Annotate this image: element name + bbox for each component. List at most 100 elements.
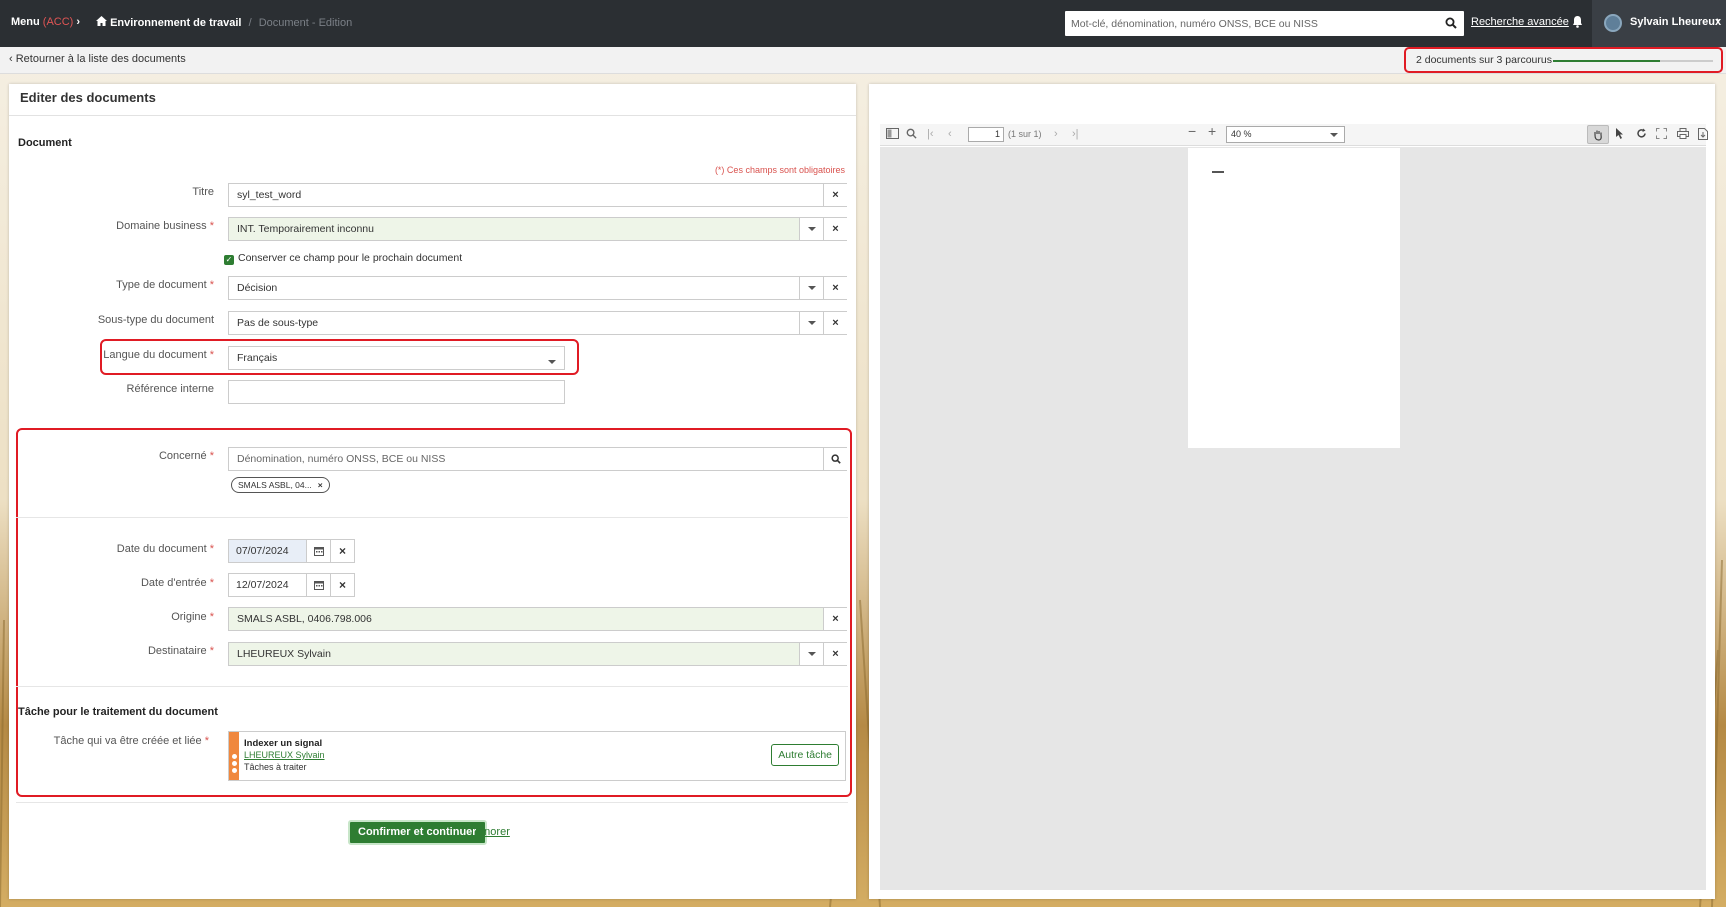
edit-form-panel: Editer des documents Document (*) Ces ch… <box>9 84 856 899</box>
menu-label: Menu <box>11 16 40 28</box>
destinataire-select[interactable]: LHEUREUX Sylvain × <box>228 642 847 666</box>
page-number-input[interactable]: 1 <box>968 127 1004 142</box>
soustype-label: Sous-type du document <box>97 314 214 326</box>
fullscreen-icon[interactable] <box>1656 128 1667 142</box>
task-title: Indexer un signal <box>244 738 323 749</box>
progress-track <box>1553 60 1713 62</box>
breadcrumb-home-link[interactable]: Environnement de travail <box>110 17 241 29</box>
concerne-placeholder: Dénomination, numéro ONSS, BCE ou NISS <box>237 453 446 465</box>
chevron-right-icon: › <box>76 16 81 28</box>
zoom-value: 40 % <box>1231 129 1252 139</box>
clear-icon[interactable]: × <box>823 277 847 299</box>
origine-field[interactable]: SMALS ASBL, 0406.798.006 × <box>228 607 847 631</box>
global-search <box>1065 11 1464 36</box>
bell-icon[interactable] <box>1572 15 1583 31</box>
breadcrumb-current: Document - Edition <box>258 17 353 29</box>
pdf-page-content <box>1212 171 1224 173</box>
next-page-icon[interactable]: › <box>1054 128 1058 140</box>
chevron-down-icon[interactable] <box>799 218 823 240</box>
close-icon[interactable]: × <box>318 480 323 490</box>
search-icon[interactable] <box>906 128 917 142</box>
origine-value: SMALS ASBL, 0406.798.006 <box>237 613 372 625</box>
reference-label: Référence interne <box>126 383 214 395</box>
reference-field[interactable] <box>228 380 565 404</box>
confirm-continue-button[interactable]: Confirmer et continuer <box>348 820 487 845</box>
env-badge: (ACC) <box>42 16 74 28</box>
chevron-left-icon: ‹ <box>9 53 13 65</box>
clear-icon[interactable]: × <box>330 574 354 596</box>
titre-value: syl_test_word <box>237 189 302 201</box>
print-icon[interactable] <box>1677 128 1689 142</box>
section-title-task: Tâche pour le traitement du document <box>18 706 218 718</box>
progress-fill <box>1553 60 1661 62</box>
date-doc-label: Date du document * <box>116 543 214 555</box>
required-note: (*) Ces champs sont obligatoires <box>714 165 845 175</box>
viewer-toolbar: |‹ ‹ 1 (1 sur 1) › ›| − + 40 % <box>880 124 1708 146</box>
pdf-page <box>1188 148 1400 448</box>
langue-select[interactable]: Français <box>228 346 565 370</box>
divider <box>9 115 856 116</box>
first-page-icon[interactable]: |‹ <box>927 128 934 140</box>
download-icon[interactable] <box>1698 128 1708 143</box>
chevron-down-icon[interactable] <box>548 356 556 368</box>
sidebar-toggle-icon[interactable] <box>886 128 899 142</box>
global-search-input[interactable] <box>1065 11 1425 36</box>
chevron-down-icon[interactable] <box>799 277 823 299</box>
page-count: (1 sur 1) <box>1008 129 1042 139</box>
titre-field[interactable]: syl_test_word × <box>228 183 847 207</box>
clear-icon[interactable]: × <box>823 608 847 630</box>
type-value: Décision <box>237 282 278 294</box>
calendar-icon[interactable] <box>306 574 330 596</box>
zoom-out-icon[interactable]: − <box>1188 124 1196 138</box>
divider <box>16 686 848 687</box>
ignore-link[interactable]: Ignorer <box>475 826 510 838</box>
other-task-button[interactable]: Autre tâche <box>771 744 839 766</box>
concerne-tag[interactable]: SMALS ASBL, 04... × <box>231 477 330 493</box>
back-to-list-link[interactable]: ‹ Retourner à la liste des documents <box>9 53 186 65</box>
origine-label: Origine * <box>171 611 214 623</box>
sub-navbar: ‹ Retourner à la liste des documents 2 d… <box>0 47 1726 74</box>
clear-icon[interactable]: × <box>823 218 847 240</box>
search-icon[interactable] <box>823 448 847 470</box>
type-select[interactable]: Décision × <box>228 276 847 300</box>
soustype-value: Pas de sous-type <box>237 317 319 329</box>
search-icon[interactable] <box>1445 17 1457 32</box>
chevron-down-icon[interactable] <box>799 643 823 665</box>
soustype-select[interactable]: Pas de sous-type × <box>228 311 847 335</box>
clear-icon[interactable]: × <box>330 540 354 562</box>
rotate-icon[interactable] <box>1636 128 1647 142</box>
concerne-label: Concerné * <box>158 450 214 462</box>
date-doc-field[interactable]: 07/07/2024 × <box>228 539 355 563</box>
user-menu[interactable]: Sylvain Lheureux › <box>1592 0 1726 47</box>
zoom-select[interactable]: 40 % <box>1226 126 1345 143</box>
checkbox-checked-icon: ✓ <box>224 255 234 265</box>
section-title-document: Document <box>18 137 72 149</box>
tag-label: SMALS ASBL, 04... <box>238 480 312 490</box>
breadcrumb-separator: / <box>248 17 252 29</box>
pdf-viewer-area[interactable] <box>880 147 1706 890</box>
date-doc-value: 07/07/2024 <box>236 545 289 557</box>
last-page-icon[interactable]: ›| <box>1072 128 1079 140</box>
date-entree-field[interactable]: 12/07/2024 × <box>228 573 355 597</box>
chevron-down-icon[interactable] <box>799 312 823 334</box>
domaine-select[interactable]: INT. Temporairement inconnu × <box>228 217 847 241</box>
divider <box>16 802 848 803</box>
task-user-link[interactable]: LHEUREUX Sylvain <box>244 750 325 760</box>
date-entree-label: Date d'entrée * <box>140 577 214 589</box>
clear-icon[interactable]: × <box>823 312 847 334</box>
langue-value: Français <box>237 352 278 364</box>
clear-icon[interactable]: × <box>823 184 847 206</box>
keep-field-checkbox[interactable]: ✓ Conserver ce champ pour le prochain doc… <box>224 252 462 265</box>
previous-page-icon[interactable]: ‹ <box>948 128 952 140</box>
select-cursor-icon[interactable] <box>1615 128 1624 142</box>
task-queue: Tâches à traiter <box>244 762 307 772</box>
avatar <box>1604 14 1622 32</box>
divider <box>16 517 848 518</box>
menu-button[interactable]: Menu (ACC) › <box>11 16 80 28</box>
hand-tool-icon[interactable] <box>1587 125 1609 144</box>
concerne-search[interactable]: Dénomination, numéro ONSS, BCE ou NISS <box>228 447 847 471</box>
clear-icon[interactable]: × <box>823 643 847 665</box>
calendar-icon[interactable] <box>306 540 330 562</box>
advanced-search-link[interactable]: Recherche avancée <box>1471 16 1569 28</box>
zoom-in-icon[interactable]: + <box>1208 124 1216 138</box>
